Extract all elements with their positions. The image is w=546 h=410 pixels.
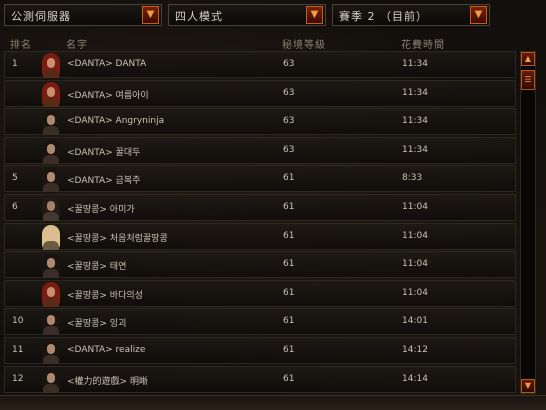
row-time: 11:34 (402, 59, 428, 69)
row-time: 14:12 (402, 345, 428, 355)
row-level: 61 (283, 345, 295, 355)
hero-portrait-icon (39, 109, 63, 136)
season-dropdown[interactable]: 賽季 2 （目前） ▼ (332, 4, 490, 26)
row-player-name[interactable]: <DANTA> realize (67, 345, 145, 355)
header-level[interactable]: 秘境等級 (282, 36, 326, 51)
scroll-thumb[interactable]: ☰ (521, 70, 535, 90)
row-player-name[interactable]: <DANTA> 꿀대두 (67, 145, 140, 158)
mode-dropdown[interactable]: 四人模式 ▼ (168, 4, 326, 26)
row-level: 61 (283, 230, 295, 241)
table-row[interactable]: 6 <꿀땅콩> 아미가 61 11:04 (4, 194, 516, 221)
leaderboard-header: 排名 名字 秘境等級 花費時間 (4, 33, 516, 52)
header-rank[interactable]: 排名 (10, 36, 32, 51)
header-name[interactable]: 名字 (66, 36, 88, 51)
hero-portrait-icon (39, 367, 63, 393)
scrollbar[interactable]: ▲ ☰ ▼ (520, 51, 536, 394)
row-player-name[interactable]: <權力的遊戲> 明晰 (67, 374, 148, 387)
row-time: 11:34 (402, 87, 428, 98)
bottom-frame-decoration (0, 395, 546, 410)
row-level: 63 (283, 59, 295, 69)
row-level: 61 (283, 316, 295, 327)
row-rank: 11 (12, 345, 24, 355)
row-level: 61 (283, 287, 295, 298)
row-player-name[interactable]: <꿀땅콩> 바다의성 (67, 288, 143, 301)
row-level: 63 (283, 116, 295, 127)
hero-portrait-icon (39, 166, 63, 193)
row-time: 14:14 (402, 373, 428, 384)
row-time: 11:04 (402, 202, 428, 212)
hero-portrait-icon (39, 81, 63, 107)
mode-dropdown-value: 四人模式 (175, 10, 223, 23)
hero-portrait-icon (39, 52, 63, 78)
hero-portrait-icon (39, 195, 63, 221)
row-rank: 5 (12, 173, 18, 184)
row-time: 11:34 (402, 116, 428, 127)
row-player-name[interactable]: <DANTA> 금복주 (67, 173, 140, 186)
row-rank: 6 (12, 202, 18, 212)
hero-portrait-icon (39, 281, 63, 307)
row-player-name[interactable]: <DANTA> DANTA (67, 59, 146, 69)
chevron-down-icon[interactable]: ▼ (306, 6, 323, 24)
row-player-name[interactable]: <꿀땅콩> 태연 (67, 259, 126, 272)
table-row[interactable]: <DANTA> 여름아이 63 11:34 (4, 79, 516, 107)
table-row[interactable]: <DANTA> 꿀대두 63 11:34 (4, 136, 516, 164)
row-player-name[interactable]: <꿀땅콩> 처음처럼꿀땅콩 (67, 231, 168, 244)
row-rank: 1 (12, 59, 18, 69)
hero-portrait-icon (39, 338, 63, 364)
scroll-up-icon[interactable]: ▲ (521, 52, 535, 66)
row-level: 61 (283, 173, 295, 184)
season-dropdown-value: 賽季 2 （目前） (339, 10, 428, 23)
hero-portrait-icon (39, 138, 63, 164)
row-player-name[interactable]: <꿀땅콩> 아미가 (67, 202, 135, 215)
row-player-name[interactable]: <DANTA> Angryninja (67, 116, 164, 126)
table-row[interactable]: <꿀땅콩> 처음처럼꿀땅콩 61 11:04 (4, 222, 516, 250)
server-dropdown[interactable]: 公測伺服器 ▼ (4, 4, 162, 26)
table-row[interactable]: <꿀땅콩> 태연 61 11:04 (4, 251, 516, 279)
table-row[interactable]: <DANTA> Angryninja 63 11:34 (4, 108, 516, 136)
table-row[interactable]: 1 <DANTA> DANTA 63 11:34 (4, 51, 516, 78)
chevron-down-icon[interactable]: ▼ (470, 6, 487, 24)
table-row[interactable]: 11 <DANTA> realize 61 14:12 (4, 337, 516, 364)
row-level: 61 (283, 373, 295, 384)
row-time: 11:04 (402, 230, 428, 241)
server-dropdown-value: 公測伺服器 (11, 10, 71, 23)
row-time: 11:34 (402, 144, 428, 155)
row-level: 63 (283, 87, 295, 98)
hero-portrait-icon (39, 252, 63, 279)
row-player-name[interactable]: <DANTA> 여름아이 (67, 88, 149, 101)
row-time: 14:01 (402, 316, 428, 327)
hero-portrait-icon (39, 224, 63, 250)
row-time: 11:04 (402, 287, 428, 298)
row-rank: 10 (12, 316, 24, 327)
row-level: 61 (283, 259, 295, 270)
row-level: 63 (283, 144, 295, 155)
scroll-down-icon[interactable]: ▼ (521, 379, 535, 393)
leaderboard-rows: 1 <DANTA> DANTA 63 11:34 <DANTA> 여름아이 63 11:34… (4, 51, 516, 395)
row-time: 8:33 (402, 173, 423, 184)
hero-portrait-icon (39, 309, 63, 336)
leaderboard-panel: 公測伺服器 ▼ 四人模式 ▼ 賽季 2 （目前） ▼ 排名 名字 秘境等級 花費… (0, 0, 546, 410)
row-player-name[interactable]: <꿀땅콩> 잉괴 (67, 316, 126, 329)
chevron-down-icon[interactable]: ▼ (142, 6, 159, 24)
row-level: 61 (283, 202, 295, 212)
table-row[interactable]: 5 <DANTA> 금복주 61 8:33 (4, 165, 516, 193)
row-time: 11:04 (402, 259, 428, 270)
row-rank: 12 (12, 373, 24, 384)
table-row[interactable]: 10 <꿀땅콩> 잉괴 61 14:01 (4, 308, 516, 336)
table-row[interactable]: 12 <權力的遊戲> 明晰 61 14:14 (4, 365, 516, 393)
header-time[interactable]: 花費時間 (401, 36, 445, 51)
table-row[interactable]: <꿀땅콩> 바다의성 61 11:04 (4, 279, 516, 307)
